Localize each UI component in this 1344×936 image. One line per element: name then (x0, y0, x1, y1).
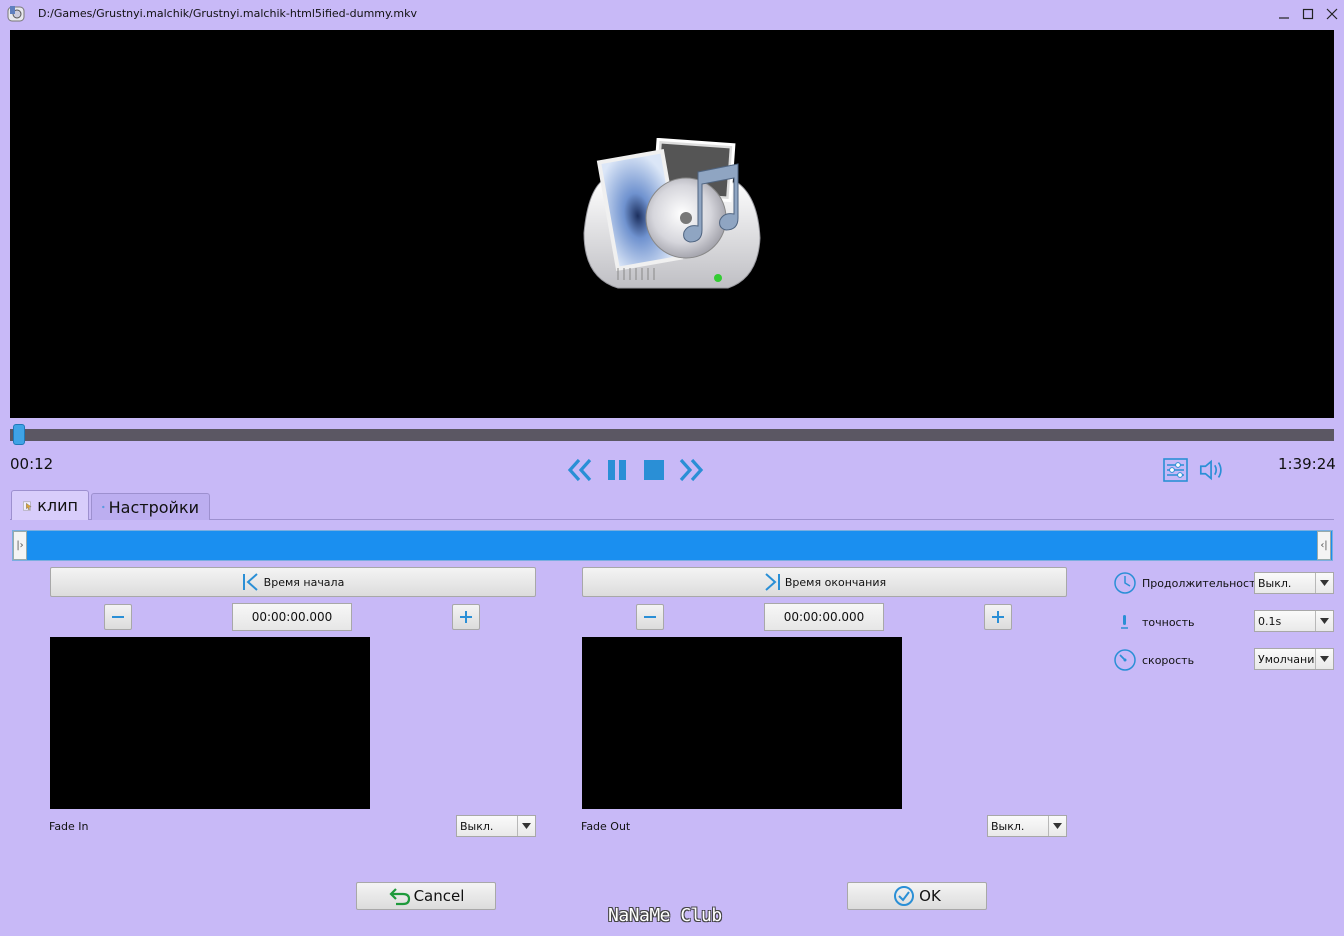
total-time: 1:39:24 (1278, 455, 1336, 473)
seek-handle[interactable] (13, 424, 25, 445)
stop-icon (644, 460, 664, 480)
precision-select[interactable]: 0.1s (1254, 610, 1334, 632)
start-marker-icon (242, 573, 258, 591)
volume-icon (1199, 459, 1222, 481)
cancel-button[interactable]: Cancel (356, 882, 496, 910)
chevron-down-icon (1315, 611, 1333, 631)
ok-label: OK (919, 887, 941, 905)
adjust-icon (1163, 458, 1188, 482)
maximize-button[interactable] (1296, 4, 1320, 24)
minus-icon (644, 616, 656, 618)
chevron-down-icon (517, 816, 535, 836)
tab-settings[interactable]: Настройки (91, 493, 210, 520)
gear-icon (102, 505, 105, 509)
window-title: D:/Games/Grustnyi.malchik/Grustnyi.malch… (38, 7, 418, 20)
set-start-time-button[interactable]: Время начала (50, 567, 536, 597)
speed-select[interactable]: Умолчания (1254, 648, 1334, 670)
chevron-down-icon (1315, 573, 1333, 593)
fast-forward-button[interactable] (677, 456, 705, 484)
seek-bar[interactable] (10, 429, 1334, 441)
duration-select[interactable]: Выкл. (1254, 572, 1334, 594)
tab-clip-label: клип (37, 496, 78, 515)
end-time-label: Время окончания (784, 575, 887, 589)
volume-button[interactable] (1198, 456, 1226, 484)
close-button[interactable] (1320, 4, 1344, 24)
start-time-decrease-button[interactable] (104, 604, 132, 630)
end-frame-preview (582, 637, 902, 809)
current-time: 00:12 (10, 455, 54, 473)
start-frame-preview (50, 637, 370, 809)
chevron-down-icon (1315, 649, 1333, 669)
adjust-button[interactable] (1162, 456, 1190, 484)
range-end-handle[interactable]: ‹| (1317, 531, 1331, 560)
plus-icon (992, 611, 1004, 623)
fade-in-select[interactable]: Выкл. (456, 815, 536, 837)
precision-value: 0.1s (1258, 614, 1282, 628)
app-icon (6, 4, 26, 24)
start-time-input[interactable]: 00:00:00.000 (232, 603, 352, 631)
minus-icon (112, 616, 124, 618)
plus-icon (460, 611, 472, 623)
fast-forward-icon (679, 458, 704, 482)
clip-icon (23, 500, 32, 511)
end-time-increase-button[interactable] (984, 604, 1012, 630)
minimize-icon (1279, 17, 1289, 19)
end-time-input[interactable]: 00:00:00.000 (764, 603, 884, 631)
tab-clip[interactable]: клип (11, 490, 89, 520)
fade-in-value: Выкл. (460, 819, 494, 833)
start-time-increase-button[interactable] (452, 604, 480, 630)
rewind-button[interactable] (566, 456, 594, 484)
range-start-handle[interactable]: |› (13, 531, 27, 560)
close-icon (1326, 8, 1338, 20)
ok-button[interactable]: OK (847, 882, 987, 910)
trim-range-bar[interactable] (12, 530, 1333, 561)
stop-button[interactable] (640, 456, 668, 484)
end-marker-icon (765, 573, 780, 591)
tab-settings-label: Настройки (108, 497, 199, 517)
fade-out-select[interactable]: Выкл. (987, 815, 1067, 837)
app-logo-image (578, 137, 768, 298)
speedometer-icon (1113, 648, 1137, 672)
duration-value: Выкл. (1258, 576, 1292, 590)
clock-icon (1113, 571, 1137, 595)
fade-out-label: Fade Out (581, 820, 631, 833)
speed-value: Умолчания (1258, 652, 1315, 666)
pause-icon (608, 460, 626, 480)
minimize-button[interactable] (1272, 4, 1296, 24)
watermark-text: NaNaMe Club (608, 905, 722, 926)
fade-out-value: Выкл. (991, 819, 1025, 833)
duration-label: Продолжительность (1142, 577, 1262, 590)
chevron-down-icon (1048, 816, 1066, 836)
undo-icon (389, 888, 410, 906)
pause-button[interactable] (603, 456, 631, 484)
end-time-decrease-button[interactable] (636, 604, 664, 630)
precision-icon (1113, 610, 1137, 634)
start-time-label: Время начала (263, 575, 345, 589)
speed-label: скорость (1142, 654, 1195, 667)
maximize-icon (1302, 8, 1314, 20)
precision-label: точность (1142, 616, 1195, 629)
check-circle-icon (894, 886, 915, 906)
set-end-time-button[interactable]: Время окончания (582, 567, 1067, 597)
rewind-icon (567, 458, 592, 482)
fade-in-label: Fade In (49, 820, 89, 833)
cancel-label: Cancel (413, 887, 465, 905)
